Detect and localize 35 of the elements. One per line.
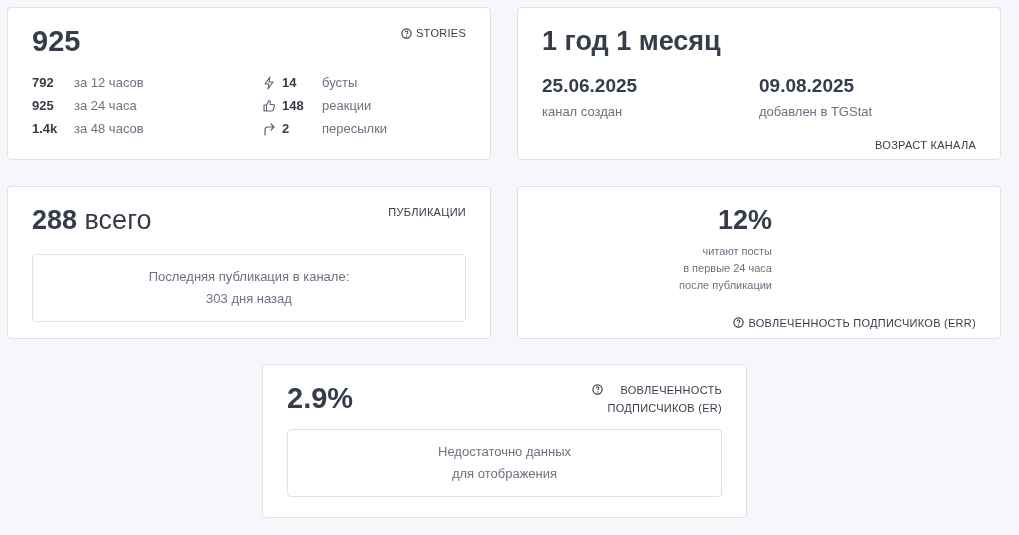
period-count: 1.4k <box>32 120 59 138</box>
card-title: ВОВЛЕЧЕННОСТЬ ПОДПИСЧИКОВ (ER) <box>607 383 722 416</box>
publications-count: 288 всего <box>32 204 152 237</box>
metric-label: бусты <box>322 74 358 92</box>
forward-arrow-icon <box>262 122 276 136</box>
help-icon[interactable] <box>592 384 604 395</box>
date-label: добавлен в TGStat <box>759 103 874 121</box>
err-value: 12% <box>717 204 772 237</box>
help-icon[interactable] <box>401 27 412 39</box>
stories-count: 925 <box>32 24 81 58</box>
card-title: STORIES <box>416 26 466 41</box>
period-count: 925 <box>32 97 55 115</box>
metric-count: 148 <box>282 97 305 115</box>
help-icon[interactable] <box>733 317 745 329</box>
er-value: 2.9% <box>287 381 354 415</box>
period-count: 792 <box>32 74 55 92</box>
card-title: ПУБЛИКАЦИИ <box>388 205 466 220</box>
date-value: 09.08.2025 <box>759 74 856 98</box>
bolt-icon <box>262 76 276 90</box>
period-label: за 48 часов <box>74 120 144 138</box>
thumbs-up-icon <box>262 99 276 113</box>
last-publication-note: Последняя публикация в канале: 303 дня назад <box>148 268 350 308</box>
card-title: ВОЗРАСТ КАНАЛА <box>875 137 976 153</box>
err-description: читают посты в первые 24 часа после публикации <box>679 244 772 293</box>
channel-age: 1 год 1 месяц <box>542 25 722 58</box>
metric-label: реакции <box>322 97 372 115</box>
date-label: канал создан <box>542 103 624 121</box>
card-title: ВОВЛЕЧЕННОСТЬ ПОДПИСЧИКОВ (ERR) <box>748 315 976 331</box>
metric-count: 2 <box>282 120 291 138</box>
no-data-message: Недостаточно данных для отображения <box>438 443 571 483</box>
period-label: за 24 часа <box>74 97 137 115</box>
metric-label: пересылки <box>322 120 388 138</box>
metric-count: 14 <box>282 74 298 92</box>
date-value: 25.06.2025 <box>542 74 639 98</box>
period-label: за 12 часов <box>74 74 144 92</box>
